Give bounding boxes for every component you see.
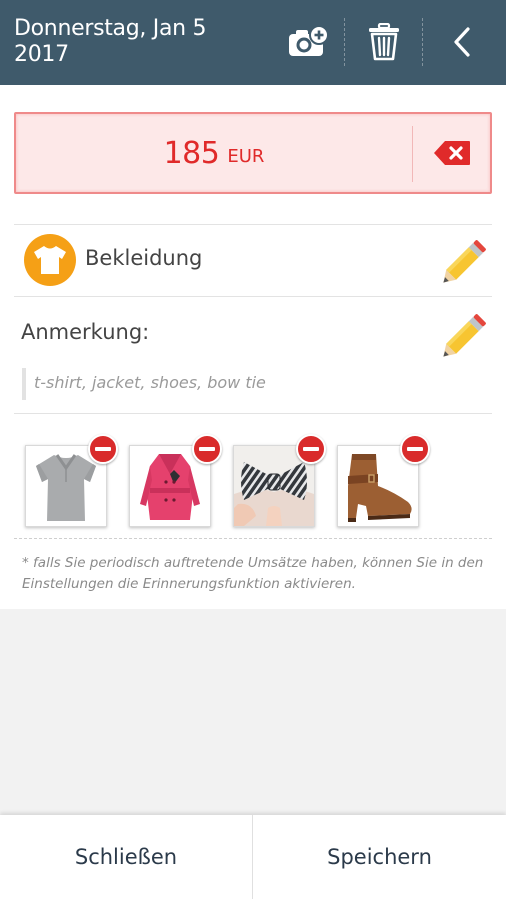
remove-icon (95, 447, 111, 451)
header-date-line2: 2017 (14, 42, 69, 67)
remove-icon (303, 447, 319, 451)
amount-display: 185 EUR (16, 114, 412, 192)
clear-amount-button[interactable] (414, 114, 490, 192)
pencil-icon (443, 314, 486, 357)
backspace-icon (434, 141, 470, 165)
app-header: Donnerstag, Jan 5 2017 (0, 0, 506, 85)
remove-photo-button[interactable] (296, 434, 326, 464)
bottom-action-bar: Schließen Speichern (0, 815, 506, 899)
note-text[interactable]: t-shirt, jacket, shoes, bow tie (34, 373, 266, 392)
close-button[interactable]: Schließen (0, 815, 252, 899)
remove-icon (199, 447, 215, 451)
delete-button[interactable] (358, 18, 410, 66)
header-separator (344, 18, 345, 66)
amount-value: 185 (163, 135, 220, 171)
divider (14, 224, 492, 225)
footnote: * falls Sie periodisch auftretende Umsät… (22, 555, 484, 592)
amount-field[interactable]: 185 EUR (14, 112, 492, 194)
header-separator (422, 18, 423, 66)
dashed-divider (14, 538, 492, 539)
divider (14, 413, 492, 414)
amount-separator (412, 126, 413, 182)
amount-currency: EUR (227, 145, 265, 167)
edit-category-button[interactable] (442, 236, 490, 284)
tshirt-icon (34, 246, 66, 274)
remove-photo-button[interactable] (192, 434, 222, 464)
category-icon[interactable] (24, 234, 76, 286)
remove-photo-button[interactable] (400, 434, 430, 464)
trash-icon (369, 23, 399, 61)
remove-icon (407, 447, 423, 451)
divider (14, 296, 492, 297)
add-photo-button[interactable] (282, 18, 334, 66)
pencil-icon (443, 240, 486, 283)
header-date: Donnerstag, Jan 5 2017 (14, 16, 207, 68)
save-button[interactable]: Speichern (253, 815, 506, 899)
header-date-line1: Donnerstag, Jan 5 (14, 16, 207, 41)
note-label: Anmerkung: (21, 320, 150, 344)
back-button[interactable] (436, 18, 488, 66)
note-quote-bar (22, 368, 26, 400)
add-photo-icon (289, 25, 329, 56)
category-label[interactable]: Bekleidung (85, 246, 202, 270)
back-chevron-icon (454, 27, 470, 57)
remove-photo-button[interactable] (88, 434, 118, 464)
edit-note-button[interactable] (442, 310, 490, 358)
